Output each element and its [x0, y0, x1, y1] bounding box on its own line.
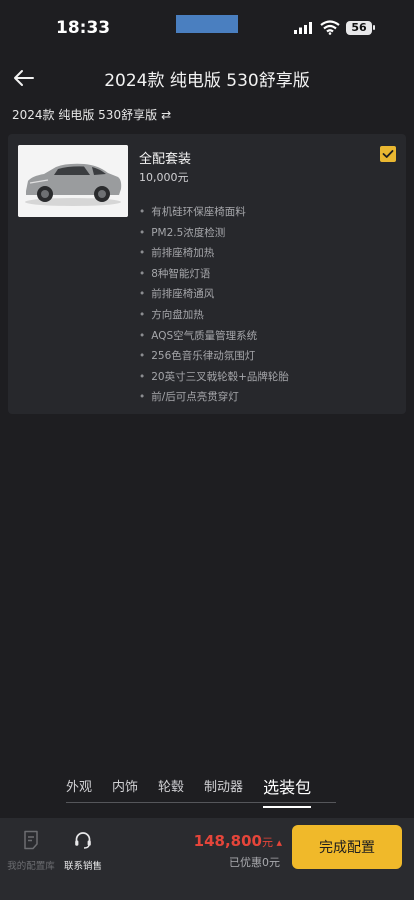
feature-item: PM2.5浓度检测: [139, 223, 289, 244]
feature-item: 有机硅环保座椅面料: [139, 202, 289, 223]
swap-icon: ⇄: [161, 107, 172, 122]
version-label: 2024款 纯电版 530舒享版: [12, 108, 158, 122]
library-label: 我的配置库: [7, 861, 55, 872]
feature-list: 有机硅环保座椅面料 PM2.5浓度检测 前排座椅加热 8种智能灯语 前排座椅通风…: [139, 202, 289, 408]
feature-item: 前/后可点亮贯穿灯: [139, 387, 289, 408]
feature-item: 前排座椅通风: [139, 284, 289, 305]
total-price[interactable]: 148,800元 ▴: [194, 832, 282, 850]
battery-nub: [373, 25, 375, 30]
feature-item: 8种智能灯语: [139, 264, 289, 285]
document-icon: [24, 830, 38, 850]
feature-item: 256色音乐律动氛围灯: [139, 346, 289, 367]
page-title: 2024款 纯电版 530舒享版: [104, 71, 310, 91]
feature-item: AQS空气质量管理系统: [139, 326, 289, 347]
status-time: 18:33: [56, 18, 111, 38]
tab-wheels[interactable]: 轮毂: [158, 770, 184, 795]
car-illustration: [18, 145, 128, 217]
caret-up-icon: ▴: [272, 836, 282, 849]
feature-item: 前排座椅加热: [139, 243, 289, 264]
battery-indicator: 56: [346, 21, 372, 35]
discount-text: 已优惠0元: [229, 856, 280, 869]
package-price: 10,000元: [139, 171, 189, 184]
nav-header: 2024款 纯电版 530舒享版: [0, 58, 414, 98]
car-image: [18, 145, 128, 217]
sales-label: 联系销售: [63, 861, 102, 872]
package-card[interactable]: 全配套装 10,000元 有机硅环保座椅面料 PM2.5浓度检测 前排座椅加热 …: [8, 134, 406, 414]
contact-sales-button[interactable]: 联系销售: [58, 830, 108, 872]
price-value: 148,800: [193, 832, 262, 850]
price-unit: 元: [261, 836, 273, 849]
tab-exterior[interactable]: 外观: [66, 770, 92, 795]
package-checkbox[interactable]: [380, 146, 396, 162]
tab-interior[interactable]: 内饰: [112, 770, 138, 795]
finish-config-button[interactable]: 完成配置: [292, 825, 402, 869]
feature-item: 方向盘加热: [139, 305, 289, 326]
check-icon: [382, 150, 394, 158]
headset-icon: [75, 832, 91, 849]
tab-brakes[interactable]: 制动器: [204, 770, 243, 795]
status-bar: 18:33 56: [0, 0, 414, 58]
version-switcher[interactable]: 2024款 纯电版 530舒享版 ⇄: [12, 106, 171, 123]
my-config-library-button[interactable]: 我的配置库: [6, 830, 56, 872]
redacted-bar: [176, 15, 238, 33]
signal-icon: [294, 22, 312, 34]
package-name: 全配套装: [139, 152, 192, 167]
feature-item: 20英寸三叉戟轮毂+品牌轮胎: [139, 367, 289, 388]
tab-options[interactable]: 选装包: [263, 770, 312, 808]
config-tabs: 外观 内饰 轮毂 制动器 选装包: [66, 770, 336, 808]
bottom-bar: 我的配置库 联系销售 148,800元 ▴ 已优惠0元 完成配置: [0, 818, 414, 900]
wifi-icon: [320, 20, 340, 35]
